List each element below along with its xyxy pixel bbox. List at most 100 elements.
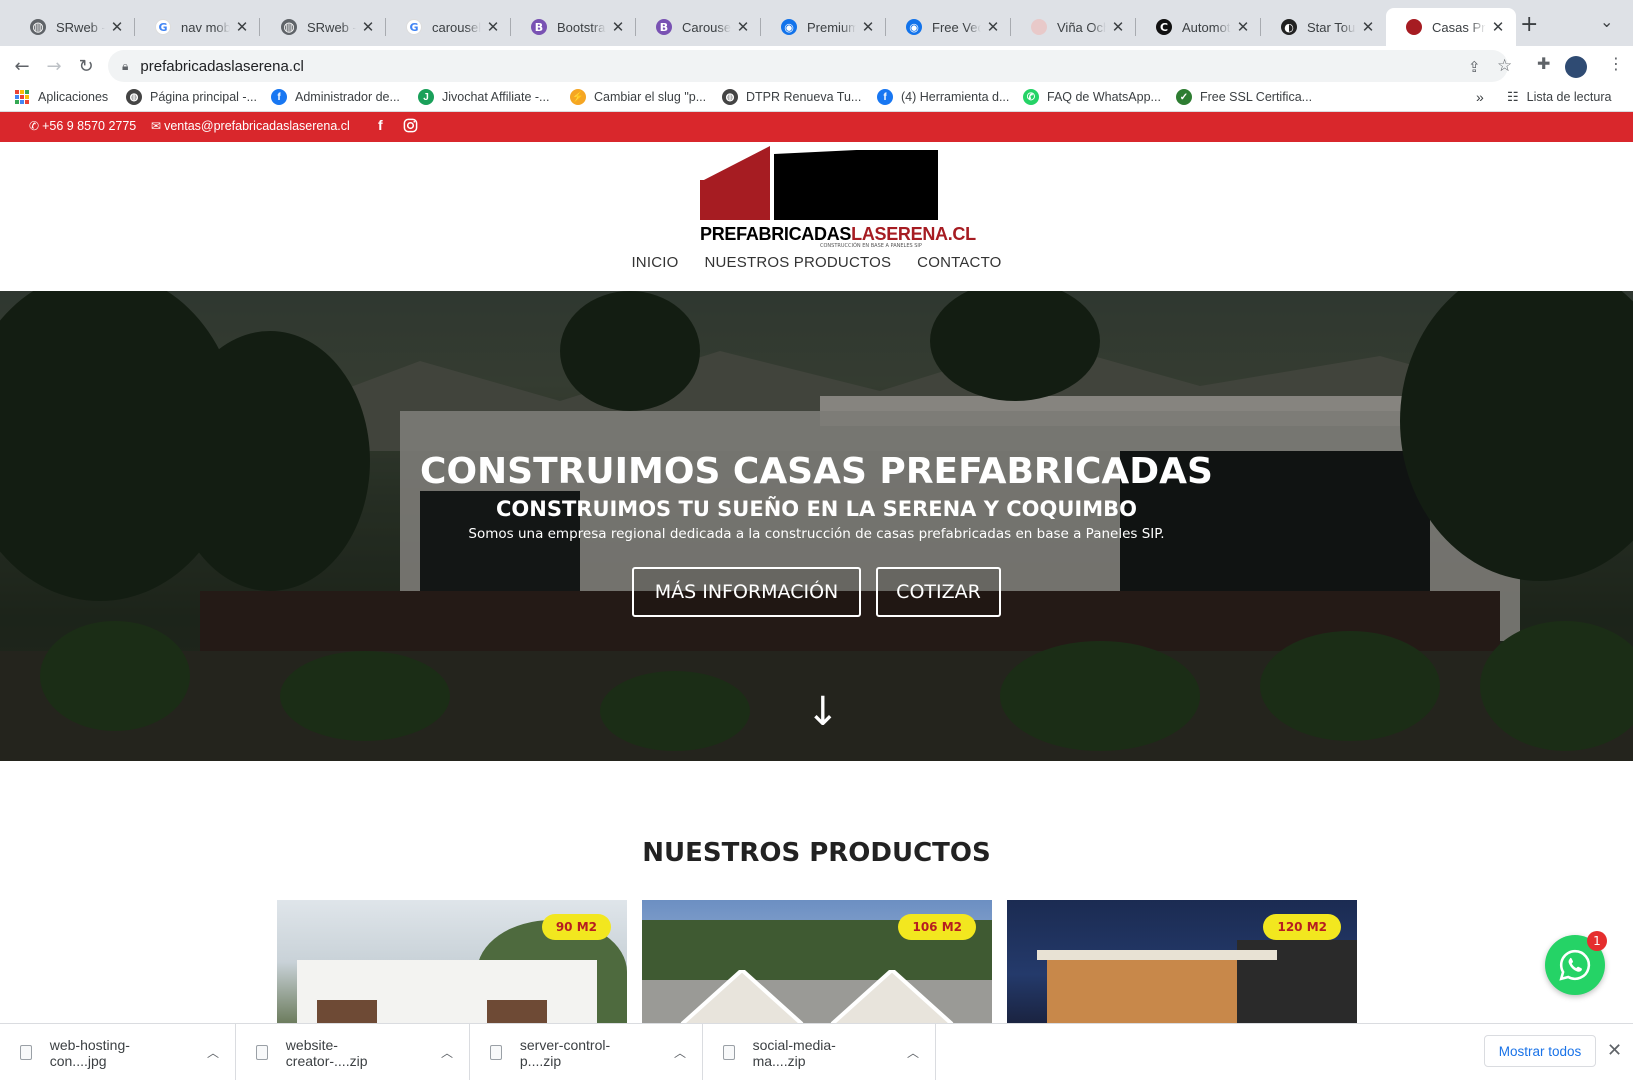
address-bar[interactable]: 🔒︎ prefabricadaslaserena.cl bbox=[108, 50, 1508, 82]
download-item[interactable]: server-control-p....zip ︿ bbox=[470, 1024, 703, 1080]
bookmark-item[interactable]: ⚡ Cambiar el slug "p... bbox=[570, 89, 706, 105]
tab-title: SRweb - D bbox=[56, 19, 105, 35]
browser-tab[interactable]: C Automotriz✕ bbox=[1136, 8, 1261, 46]
card-window bbox=[487, 1000, 547, 1024]
phone-link[interactable]: ✆ +56 9 8570 2775 bbox=[29, 119, 136, 133]
logo-roof-slope bbox=[774, 146, 938, 154]
close-tab-icon[interactable]: ✕ bbox=[860, 18, 876, 36]
google-icon: G bbox=[155, 19, 171, 35]
browser-tab[interactable]: ◉ Premium P✕ bbox=[761, 8, 886, 46]
close-tab-icon[interactable]: ✕ bbox=[485, 18, 501, 36]
tab-title: carousel lo bbox=[432, 19, 481, 35]
bookmark-star-icon[interactable]: ☆ bbox=[1497, 56, 1512, 76]
phone-number: +56 9 8570 2775 bbox=[42, 119, 137, 133]
browser-tab[interactable]: B Bootstrap✕ bbox=[511, 8, 636, 46]
bookmark-item[interactable]: ◍ Página principal -... bbox=[126, 89, 257, 105]
download-filename: website-creator-....zip bbox=[285, 1036, 368, 1069]
facebook-icon[interactable]: f bbox=[378, 117, 383, 133]
close-tab-icon[interactable]: ✕ bbox=[360, 18, 376, 36]
browser-tab[interactable]: ◍ SRweb - D✕ bbox=[10, 8, 135, 46]
quote-button[interactable]: COTIZAR bbox=[876, 567, 1001, 617]
close-tab-icon[interactable]: ✕ bbox=[1110, 18, 1126, 36]
close-tab-icon[interactable]: ✕ bbox=[1490, 18, 1506, 36]
address-url[interactable]: prefabricadaslaserena.cl bbox=[140, 58, 303, 75]
site-header: PREFABRICADASLASERENA.CL CONSTRUCCIÓN EN… bbox=[0, 142, 1633, 291]
tab-search-chevron-icon[interactable]: ⌄ bbox=[1600, 12, 1613, 31]
instagram-icon[interactable] bbox=[403, 118, 418, 133]
show-all-downloads-button[interactable]: Mostrar todos bbox=[1484, 1035, 1596, 1067]
chevron-up-icon[interactable]: ︿ bbox=[907, 1044, 919, 1061]
browser-tab[interactable]: Viña Ocho✕ bbox=[1011, 8, 1136, 46]
forward-button[interactable]: → bbox=[40, 52, 68, 80]
product-card-106[interactable]: 106 M2 bbox=[642, 900, 992, 1024]
bookmark-item[interactable]: Aplicaciones bbox=[14, 89, 108, 105]
bookmark-item[interactable]: J Jivochat Affiliate -... bbox=[418, 89, 549, 105]
phone-icon: ✆ bbox=[29, 119, 40, 133]
tab-title: Bootstrap bbox=[557, 19, 606, 35]
size-badge: 106 M2 bbox=[898, 914, 976, 940]
email-link[interactable]: ✉ ventas@prefabricadaslaserena.cl bbox=[151, 119, 350, 133]
close-tab-icon[interactable]: ✕ bbox=[610, 18, 626, 36]
menu-item-inicio[interactable]: INICIO bbox=[631, 254, 678, 271]
file-icon bbox=[723, 1045, 735, 1060]
facebook-icon: f bbox=[271, 89, 287, 105]
bookmarks-overflow-icon[interactable]: » bbox=[1476, 89, 1484, 105]
product-card-90[interactable]: 90 M2 bbox=[277, 900, 627, 1024]
browser-tab[interactable]: ◐ Star Tour -✕ bbox=[1261, 8, 1386, 46]
apps-grid-icon bbox=[14, 89, 30, 105]
reload-button[interactable]: ↻ bbox=[72, 52, 100, 80]
close-tab-icon[interactable]: ✕ bbox=[109, 18, 125, 36]
bookmark-item[interactable]: f (4) Herramienta d... bbox=[877, 89, 1009, 105]
hero-title: CONSTRUIMOS CASAS PREFABRICADAS bbox=[420, 451, 1213, 492]
browser-tab[interactable]: ◍ SRweb - D✕ bbox=[261, 8, 386, 46]
extensions-puzzle-icon[interactable]: ✚ bbox=[1537, 54, 1550, 73]
downloads-shelf: web-hosting-con....jpg ︿ website-creator… bbox=[0, 1023, 1633, 1080]
browser-tab[interactable]: B Carousel -✕ bbox=[636, 8, 761, 46]
close-tab-icon[interactable]: ✕ bbox=[234, 18, 250, 36]
close-tab-icon[interactable]: ✕ bbox=[1360, 18, 1376, 36]
profile-avatar[interactable] bbox=[1565, 56, 1587, 78]
back-button[interactable]: ← bbox=[8, 52, 36, 80]
logo-wordmark: PREFABRICADASLASERENA.CL bbox=[700, 224, 976, 245]
bookmark-item[interactable]: ✆ FAQ de WhatsApp... bbox=[1023, 89, 1161, 105]
bookmark-item[interactable]: ✓ Free SSL Certifica... bbox=[1176, 89, 1312, 105]
scroll-down-arrow-icon[interactable]: ↓ bbox=[806, 689, 840, 735]
browser-menu-icon[interactable]: ⋮ bbox=[1608, 54, 1624, 73]
chevron-up-icon[interactable]: ︿ bbox=[674, 1044, 686, 1061]
product-card-120[interactable]: 120 M2 bbox=[1007, 900, 1357, 1024]
share-icon[interactable]: ⇪ bbox=[1468, 58, 1481, 76]
logo-tagline: CONSTRUCCIÓN EN BASE A PANELES SIP bbox=[820, 243, 922, 249]
browser-tab[interactable]: Casas Pref✕ bbox=[1386, 8, 1516, 46]
close-icon[interactable]: ✕ bbox=[1607, 1040, 1622, 1061]
google-icon: G bbox=[406, 19, 422, 35]
chevron-up-icon[interactable]: ︿ bbox=[207, 1044, 219, 1061]
hero-banner: CONSTRUIMOS CASAS PREFABRICADAS CONSTRUI… bbox=[0, 291, 1633, 761]
browser-tab[interactable]: Gcarousel lo✕ bbox=[386, 8, 511, 46]
tab-title: Premium P bbox=[807, 19, 856, 35]
bookmark-item[interactable]: ◍ DTPR Renueva Tu... bbox=[722, 89, 861, 105]
chevron-up-icon[interactable]: ︿ bbox=[441, 1044, 453, 1061]
card-window bbox=[317, 1000, 377, 1024]
menu-item-contacto[interactable]: CONTACTO bbox=[917, 254, 1001, 271]
download-item[interactable]: website-creator-....zip ︿ bbox=[236, 1024, 470, 1080]
close-tab-icon[interactable]: ✕ bbox=[1235, 18, 1251, 36]
bookmark-item[interactable]: f Administrador de... bbox=[271, 89, 400, 105]
download-item[interactable]: web-hosting-con....jpg ︿ bbox=[0, 1024, 236, 1080]
site-contact-bar: ✆ +56 9 8570 2775 ✉ ventas@prefabricadas… bbox=[0, 112, 1633, 142]
browser-tab[interactable]: Gnav mobile✕ bbox=[135, 8, 260, 46]
browser-tab[interactable]: ◉ Free Vecto✕ bbox=[886, 8, 1011, 46]
tab-title: Free Vecto bbox=[932, 19, 981, 35]
new-tab-button[interactable]: + bbox=[1520, 12, 1538, 37]
reading-list-button[interactable]: ☷ Lista de lectura bbox=[1507, 89, 1611, 105]
bookmark-label: Free SSL Certifica... bbox=[1200, 90, 1313, 104]
file-icon bbox=[20, 1045, 32, 1060]
bootstrap-icon: B bbox=[656, 19, 672, 35]
more-info-button[interactable]: MÁS INFORMACIÓN bbox=[632, 567, 861, 617]
logo-wordmark-suffix: LASERENA.CL bbox=[851, 224, 976, 244]
close-tab-icon[interactable]: ✕ bbox=[985, 18, 1001, 36]
site-logo[interactable]: PREFABRICADASLASERENA.CL CONSTRUCCIÓN EN… bbox=[700, 146, 976, 249]
menu-item-productos[interactable]: NUESTROS PRODUCTOS bbox=[704, 254, 891, 271]
startour-icon: ◐ bbox=[1281, 19, 1297, 35]
close-tab-icon[interactable]: ✕ bbox=[735, 18, 751, 36]
download-item[interactable]: social-media-ma....zip ︿ bbox=[703, 1024, 936, 1080]
